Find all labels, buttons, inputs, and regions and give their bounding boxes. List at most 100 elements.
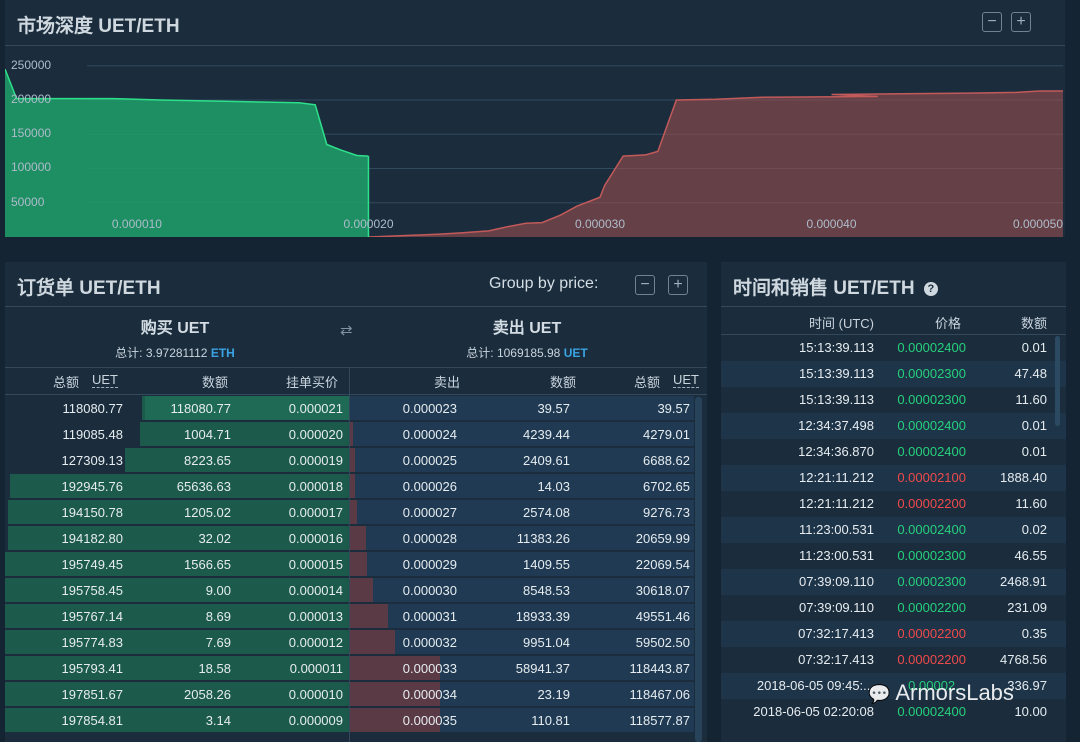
sell-unit-select[interactable]: UET: [673, 372, 699, 388]
trade-row[interactable]: 12:34:36.870 0.00002400 0.01: [721, 439, 1066, 465]
trade-row[interactable]: 15:13:39.113 0.00002400 0.01: [721, 335, 1066, 361]
x-tick-label: 0.000030: [574, 217, 625, 231]
trade-row[interactable]: 11:23:00.531 0.00002300 46.55: [721, 543, 1066, 569]
trade-row[interactable]: 07:32:17.413 0.00002200 4768.56: [721, 647, 1066, 673]
bid-row[interactable]: 195758.45 9.00 0.000014: [5, 578, 349, 604]
watermark-text: ArmorsLabs: [895, 680, 1014, 705]
buy-col-total: 总额: [53, 375, 80, 390]
group-decrease-button[interactable]: −: [635, 275, 655, 295]
bid-price: 0.000014: [288, 583, 343, 598]
ask-amount: 11383.26: [516, 531, 570, 546]
trade-time: 11:23:00.531: [799, 522, 874, 537]
bid-row[interactable]: 194150.78 1205.02 0.000017: [5, 500, 349, 526]
bid-amount: 7.69: [205, 635, 231, 650]
trade-amount: 4768.56: [1000, 652, 1047, 667]
divider: [721, 306, 1066, 307]
bid-row[interactable]: 118080.77 118080.77 0.000021: [5, 396, 349, 422]
ask-total: 49551.46: [635, 609, 690, 624]
buy-total-value: 总计: 3.97281112: [115, 346, 208, 360]
ask-amount: 58941.37: [515, 661, 570, 676]
ask-row[interactable]: 0.000031 18933.39 49551.46: [350, 604, 694, 630]
bid-price: 0.000019: [288, 453, 343, 468]
ask-amount: 8548.53: [523, 583, 570, 598]
group-by-price-label: Group by price:: [489, 275, 599, 292]
bid-row[interactable]: 195774.83 7.69 0.000012: [5, 630, 349, 656]
depth-chart[interactable]: [5, 0, 1065, 237]
ask-amount: 14.03: [537, 479, 570, 494]
bid-row[interactable]: 197854.81 3.14 0.000009: [5, 708, 349, 734]
bid-row[interactable]: 195793.41 18.58 0.000011: [5, 656, 349, 682]
trade-row[interactable]: 07:39:09.110 0.00002200 231.09: [721, 595, 1066, 621]
ask-row[interactable]: 0.000026 14.03 6702.65: [350, 474, 694, 500]
trade-amount: 0.02: [1021, 522, 1047, 537]
ask-total: 118577.87: [629, 713, 691, 728]
ask-row[interactable]: 0.000032 9951.04 59502.50: [350, 630, 694, 656]
ask-price: 0.000028: [402, 531, 457, 546]
help-icon[interactable]: ?: [923, 282, 938, 296]
buy-col-amount: 数额: [202, 375, 229, 390]
ask-row[interactable]: 0.000023 39.57 39.57: [350, 396, 694, 422]
order-book-scrollbar[interactable]: [695, 397, 702, 742]
ask-row[interactable]: 0.000030 8548.53 30618.07: [350, 578, 694, 604]
buy-side-title: 购买 UET: [140, 320, 210, 337]
bid-total: 192945.76: [61, 479, 123, 494]
ask-row[interactable]: 0.000034 23.19 118467.06: [350, 682, 694, 708]
bid-row[interactable]: 195749.45 1566.65 0.000015: [5, 552, 349, 578]
bid-price: 0.000013: [288, 609, 343, 624]
bid-row[interactable]: 197851.67 2058.26 0.000010: [5, 682, 349, 708]
swap-sides-icon[interactable]: ⇄: [340, 323, 353, 338]
trade-row[interactable]: 11:23:00.531 0.00002400 0.02: [721, 517, 1066, 543]
bid-row[interactable]: 127309.13 8223.65 0.000019: [5, 448, 349, 474]
trade-row[interactable]: 07:39:09.110 0.00002300 2468.91: [721, 569, 1066, 595]
ask-amount: 4239.44: [523, 427, 570, 442]
trade-time: 12:34:37.498: [798, 418, 874, 433]
depth-chart-panel: 市场深度 UET/ETH − + 250000 200000 150000 10000…: [5, 0, 1065, 237]
ask-row[interactable]: 0.000035 110.81 118577.87: [350, 708, 694, 734]
trades-scrollbar[interactable]: [1055, 336, 1060, 426]
bid-amount: 1205.02: [184, 505, 231, 520]
trade-price: 0.00002400: [897, 340, 966, 355]
time-and-sales-title: 时间和销售 UET/ETH ?: [733, 273, 938, 300]
sell-side-total: 总计: 1069185.98 UET: [466, 344, 587, 361]
ask-price: 0.000035: [402, 713, 457, 728]
trade-amount: 231.09: [1007, 600, 1047, 615]
trade-row[interactable]: 15:13:39.113 0.00002300 47.48: [721, 361, 1066, 387]
bid-price: 0.000021: [288, 401, 343, 416]
ask-price: 0.000023: [402, 401, 457, 416]
asks-list: 0.000023 39.57 39.57 0.000024 4239.44 4279.01…: [350, 396, 694, 734]
x-tick-label: 0.000040: [806, 217, 857, 231]
ask-row[interactable]: 0.000028 11383.26 20659.99: [350, 526, 694, 552]
ask-row[interactable]: 0.000027 2574.08 9276.73: [350, 500, 694, 526]
x-tick-label: 0.000050: [1012, 217, 1063, 231]
ask-price: 0.000032: [402, 635, 457, 650]
sell-side-title: 卖出 UET: [492, 320, 562, 337]
trade-row[interactable]: 12:21:11.212 0.00002100 1888.40: [721, 465, 1066, 491]
trade-row[interactable]: 07:32:17.413 0.00002200 0.35: [721, 621, 1066, 647]
trade-amount: 47.48: [1014, 366, 1047, 381]
bid-row[interactable]: 194182.80 32.02 0.000016: [5, 526, 349, 552]
ask-price: 0.000029: [402, 557, 457, 572]
x-tick-label: 0.000020: [343, 217, 394, 231]
trade-time: 2018-06-05 02:20:08: [753, 704, 874, 719]
buy-unit-select[interactable]: UET: [92, 372, 118, 388]
group-increase-button[interactable]: +: [668, 275, 688, 295]
bid-price: 0.000020: [288, 427, 343, 442]
ask-row[interactable]: 0.000025 2409.61 6688.62: [350, 448, 694, 474]
y-tick-label: 250000: [11, 57, 52, 72]
bid-amount: 18.58: [198, 661, 231, 676]
ask-row[interactable]: 0.000033 58941.37 118443.87: [350, 656, 694, 682]
bid-total: 194150.78: [61, 505, 123, 520]
trade-time: 07:39:09.110: [799, 574, 874, 589]
trade-row[interactable]: 12:21:11.212 0.00002200 11.60: [721, 491, 1066, 517]
sell-total-unit: UET: [563, 346, 588, 360]
bid-row[interactable]: 195767.14 8.69 0.000013: [5, 604, 349, 630]
bid-row[interactable]: 119085.48 1004.71 0.000020: [5, 422, 349, 448]
trade-row[interactable]: 12:34:37.498 0.00002400 0.01: [721, 413, 1066, 439]
trade-row[interactable]: 15:13:39.113 0.00002300 11.60: [721, 387, 1066, 413]
ask-price: 0.000027: [402, 505, 457, 520]
trades-col-amount: 数额: [1020, 316, 1047, 331]
ask-row[interactable]: 0.000029 1409.55 22069.54: [350, 552, 694, 578]
ask-total: 6702.65: [643, 479, 690, 494]
bid-row[interactable]: 192945.76 65636.63 0.000018: [5, 474, 349, 500]
ask-row[interactable]: 0.000024 4239.44 4279.01: [350, 422, 694, 448]
